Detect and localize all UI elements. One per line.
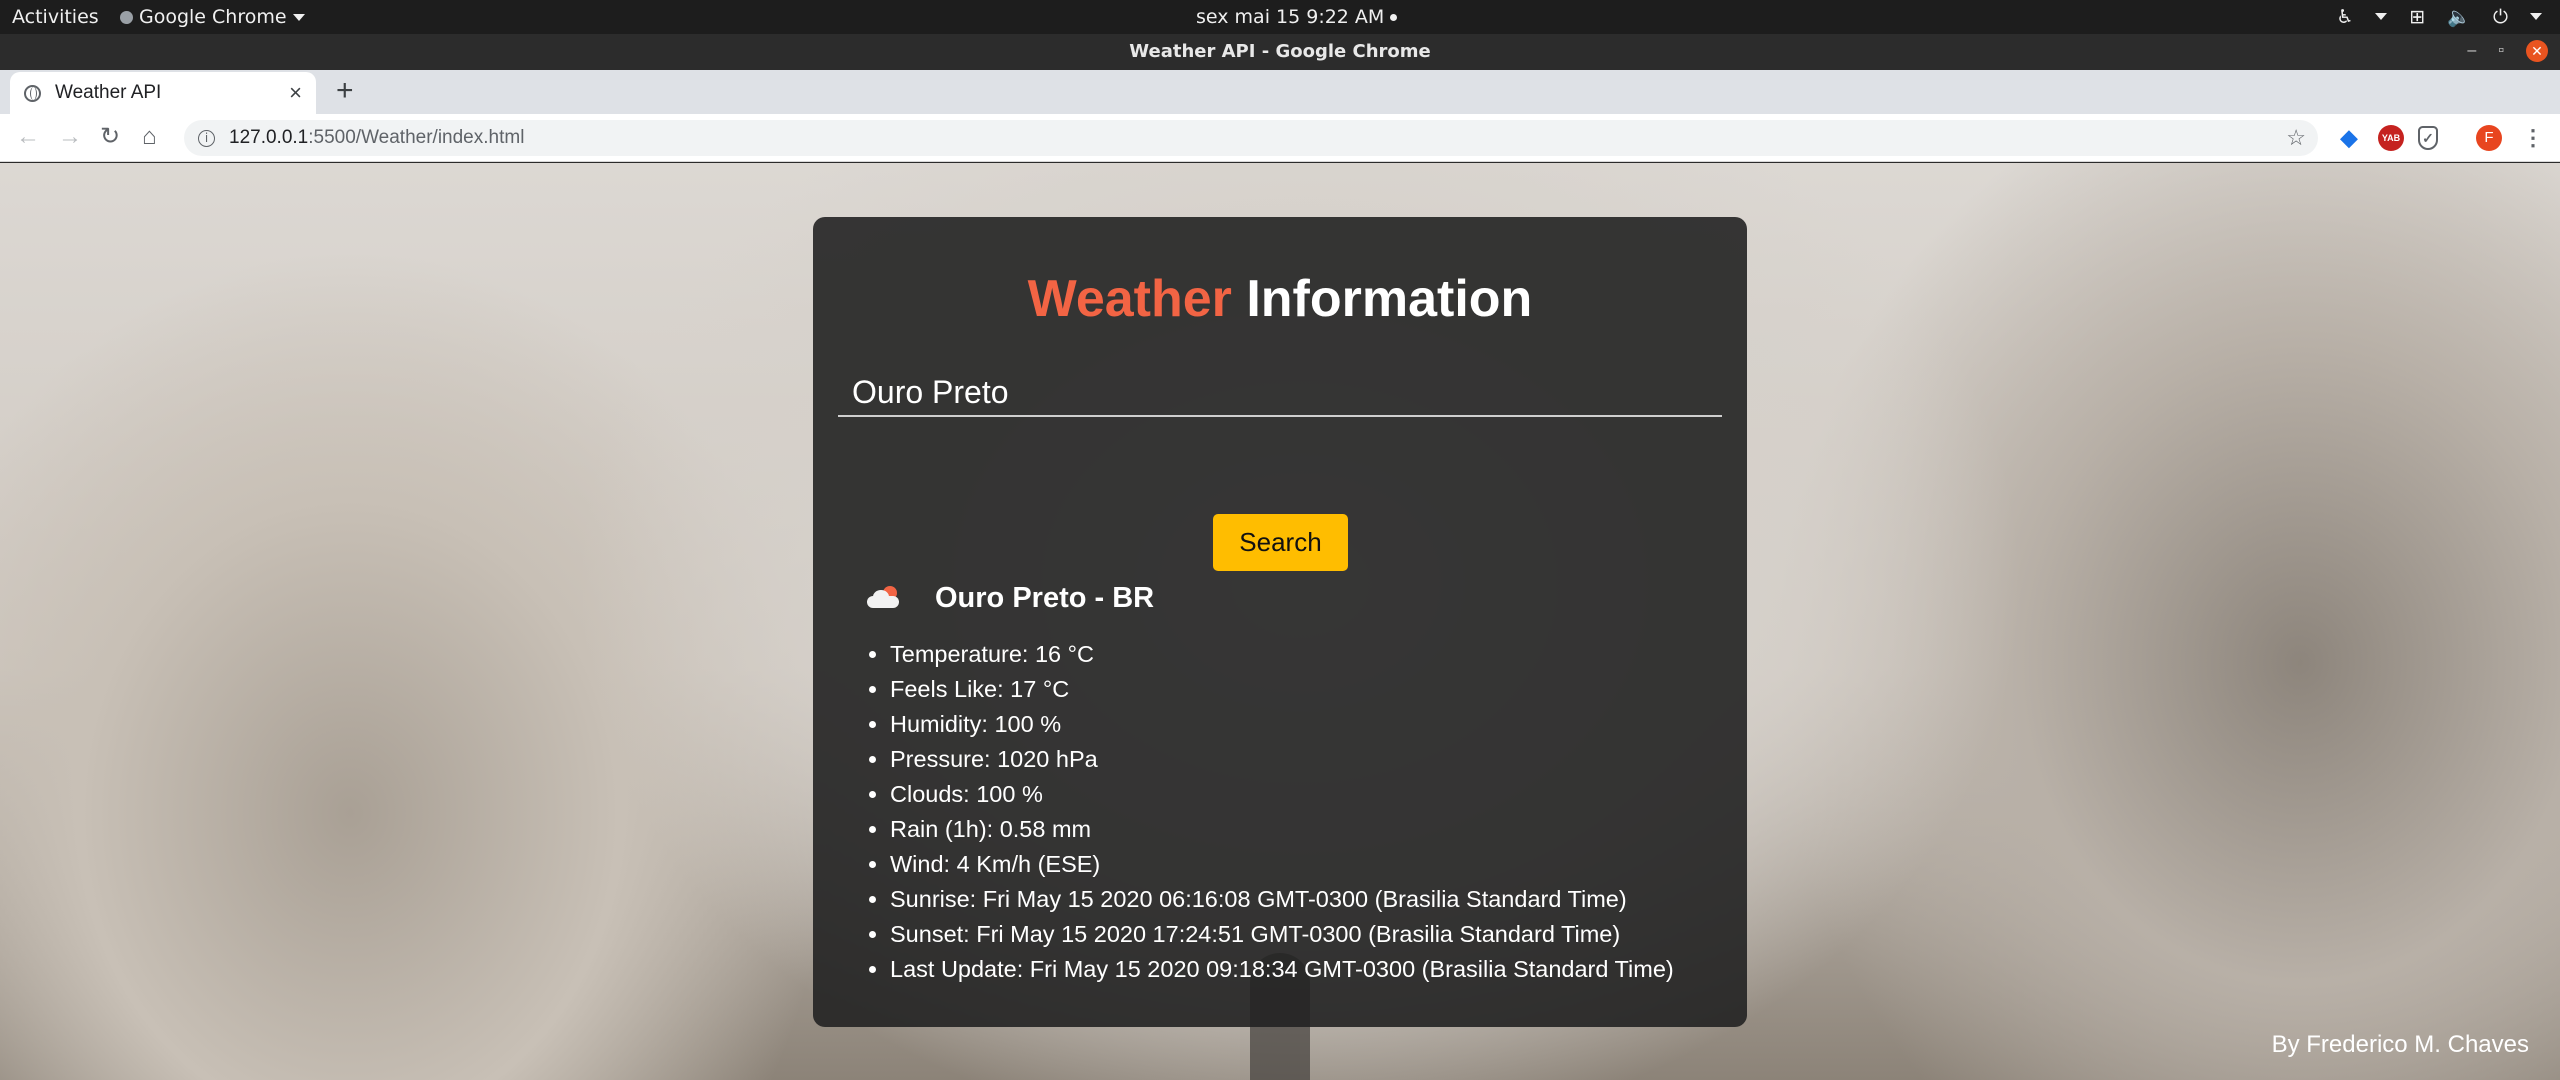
chevron-down-icon <box>2530 13 2542 20</box>
bookmark-star-icon[interactable]: ☆ <box>2286 125 2306 151</box>
home-icon[interactable]: ⌂ <box>142 124 157 150</box>
close-window-icon[interactable]: ✕ <box>2526 40 2548 62</box>
detail-last-update: Last Update: Fri May 15 2020 09:18:34 GM… <box>890 952 1674 987</box>
activities-button[interactable]: Activities <box>12 6 99 28</box>
reload-icon[interactable]: ↻ <box>100 124 120 150</box>
globe-icon <box>24 84 41 102</box>
city-search-input[interactable] <box>838 369 1722 417</box>
location-header: Ouro Preto - BR <box>865 582 1154 615</box>
power-icon[interactable]: ⏻ <box>2493 6 2508 28</box>
forward-icon[interactable]: → <box>58 124 82 150</box>
author-credit: By Frederico M. Chaves <box>2271 1031 2529 1058</box>
new-tab-button[interactable]: + <box>336 76 354 106</box>
browser-toolbar: ← → ↻ ⌂ i 127.0.0.1:5500/Weather/index.h… <box>0 114 2560 162</box>
notification-dot-icon <box>1390 14 1398 21</box>
app-menu[interactable]: Google Chrome <box>120 6 305 28</box>
info-icon[interactable]: i <box>198 129 215 147</box>
detail-temperature: Temperature: 16 °C <box>890 637 1674 672</box>
maximize-icon[interactable]: ▫ <box>2498 42 2504 60</box>
extension-yab-icon[interactable]: YAB <box>2378 125 2404 151</box>
detail-pressure: Pressure: 1020 hPa <box>890 742 1674 777</box>
extension-graduation-cap-icon[interactable]: ◆ <box>2336 125 2362 151</box>
tab-weather-api[interactable]: Weather API × <box>10 72 316 114</box>
detail-sunrise: Sunrise: Fri May 15 2020 06:16:08 GMT-03… <box>890 882 1674 917</box>
detail-wind: Wind: 4 Km/h (ESE) <box>890 847 1674 882</box>
close-tab-icon[interactable]: × <box>289 80 302 106</box>
title-accent: Weather <box>1027 270 1232 328</box>
search-button[interactable]: Search <box>1213 514 1348 571</box>
system-tray[interactable]: ♿ ⊞ 🔈 ⏻ <box>2336 5 2542 28</box>
url-host: 127.0.0.1 <box>229 127 309 148</box>
cloud-sun-icon <box>865 584 901 614</box>
app-menu-label: Google Chrome <box>139 6 287 28</box>
window-title-bar: Weather API - Google Chrome – ▫ ✕ <box>0 34 2560 70</box>
detail-clouds: Clouds: 100 % <box>890 777 1674 812</box>
tab-strip: Weather API × <box>0 70 2560 114</box>
location-name: Ouro Preto - BR <box>935 582 1155 614</box>
clock[interactable]: sex mai 15 9:22 AM <box>1196 6 1398 28</box>
volume-icon[interactable]: 🔈 <box>2447 5 2471 28</box>
detail-rain: Rain (1h): 0.58 mm <box>890 812 1674 847</box>
extension-shield-icon[interactable]: ✓ <box>2418 126 2438 150</box>
url-path: :5500/Weather/index.html <box>308 127 525 148</box>
address-bar[interactable]: i 127.0.0.1:5500/Weather/index.html ☆ <box>184 120 2318 156</box>
detail-humidity: Humidity: 100 % <box>890 707 1674 742</box>
chrome-app-icon <box>120 10 133 24</box>
window-controls: – ▫ ✕ <box>2467 40 2548 62</box>
minimize-icon[interactable]: – <box>2467 42 2476 60</box>
back-icon[interactable]: ← <box>16 124 40 150</box>
profile-avatar[interactable]: F <box>2476 125 2502 151</box>
weather-details-list: Temperature: 16 °C Feels Like: 17 °C Hum… <box>890 637 1674 987</box>
window-title: Weather API - Google Chrome <box>1129 41 1431 62</box>
detail-feels-like: Feels Like: 17 °C <box>890 672 1674 707</box>
system-top-bar: Activities Google Chrome sex mai 15 9:22… <box>0 0 2560 34</box>
clock-text: sex mai 15 9:22 AM <box>1196 6 1385 28</box>
network-icon[interactable]: ⊞ <box>2409 6 2425 28</box>
chevron-down-icon <box>292 13 305 21</box>
detail-sunset: Sunset: Fri May 15 2020 17:24:51 GMT-030… <box>890 917 1674 952</box>
chevron-down-icon <box>2375 13 2388 20</box>
page-title: Weather Information <box>813 269 1747 329</box>
page-viewport: Weather Information Search Ouro Preto - … <box>0 163 2560 1080</box>
kebab-menu-icon[interactable]: ⋮ <box>2520 125 2546 151</box>
weather-card: Weather Information Search Ouro Preto - … <box>813 217 1747 1027</box>
tab-title: Weather API <box>55 82 162 103</box>
title-rest: Information <box>1246 270 1533 328</box>
accessibility-icon[interactable]: ♿ <box>2336 6 2353 28</box>
